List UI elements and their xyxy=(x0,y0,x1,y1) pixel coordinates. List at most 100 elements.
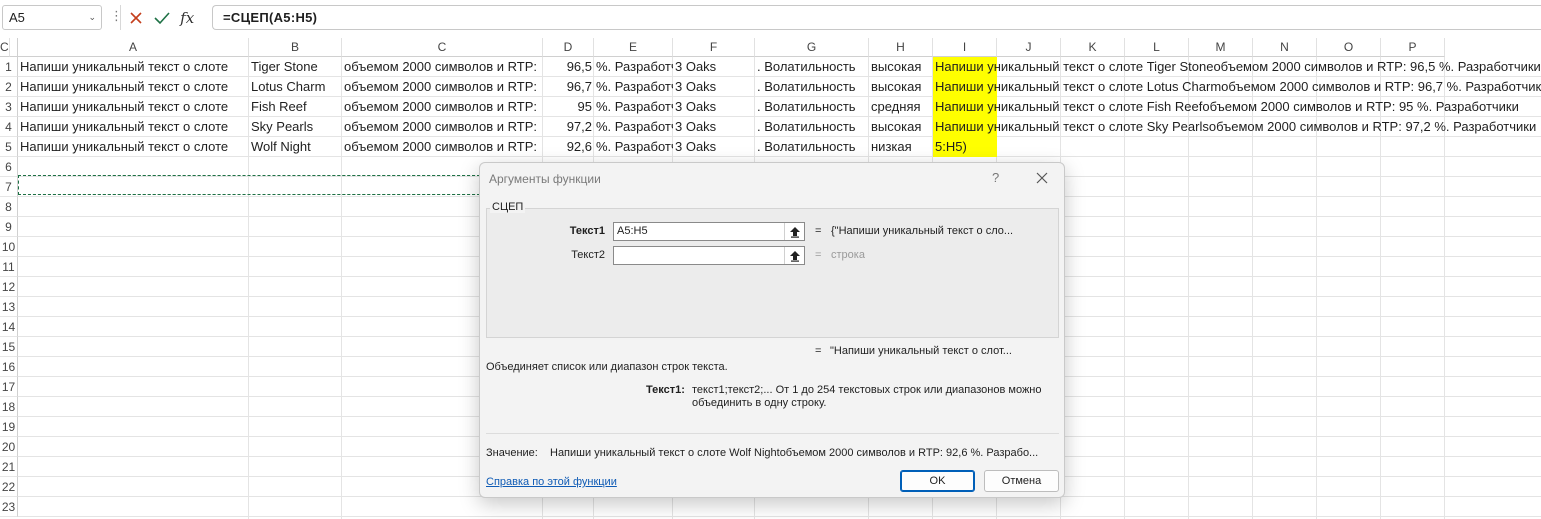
row-header-4[interactable]: 4 xyxy=(0,117,18,137)
column-header-p[interactable]: P xyxy=(1381,38,1445,57)
cell-c4[interactable]: объемом 2000 символов и RTP: xyxy=(342,117,543,137)
row-header-6[interactable]: 6 xyxy=(0,157,18,177)
cell-c2[interactable]: объемом 2000 символов и RTP: xyxy=(342,77,543,97)
cell-a5[interactable]: Напиши уникальный текст о слоте xyxy=(18,137,249,157)
column-header-n[interactable]: N xyxy=(1253,38,1317,57)
close-icon[interactable] xyxy=(1033,169,1051,187)
row-header-14[interactable]: 14 xyxy=(0,317,18,337)
column-header-f[interactable]: F xyxy=(673,38,755,57)
row-header-2[interactable]: 2 xyxy=(0,77,18,97)
cell-c5[interactable]: объемом 2000 символов и RTP: xyxy=(342,137,543,157)
cell-h4[interactable]: высокая xyxy=(869,117,933,137)
row-header-5[interactable]: 5 xyxy=(0,137,18,157)
row-header-11[interactable]: 11 xyxy=(0,257,18,277)
column-header-m[interactable]: M xyxy=(1189,38,1253,57)
row-header-15[interactable]: 15 xyxy=(0,337,18,357)
row-header-1[interactable]: 1 xyxy=(0,57,18,77)
cell-d5[interactable]: 92,6 xyxy=(543,137,594,157)
row-header-10[interactable]: 10 xyxy=(0,237,18,257)
column-header-l[interactable]: L xyxy=(1125,38,1189,57)
cell-a1[interactable]: Напиши уникальный текст о слоте xyxy=(18,57,249,77)
row-header-18[interactable]: 18 xyxy=(0,397,18,417)
cell-e2[interactable]: %. Разработчики слота xyxy=(594,77,673,97)
cell-h2[interactable]: высокая xyxy=(869,77,933,97)
collapse-arrow-icon[interactable] xyxy=(784,223,804,240)
help-icon[interactable]: ? xyxy=(992,170,999,185)
cancel-entry-icon[interactable] xyxy=(127,9,145,27)
cell-f5[interactable]: 3 Oaks xyxy=(673,137,755,157)
cell-c3[interactable]: объемом 2000 символов и RTP: xyxy=(342,97,543,117)
cell-b5[interactable]: Wolf Night xyxy=(249,137,342,157)
column-header-h[interactable]: H xyxy=(869,38,933,57)
column-header-a[interactable]: A xyxy=(18,38,249,57)
cell-b2[interactable]: Lotus Charm xyxy=(249,77,342,97)
cell-i2[interactable]: Напиши уникальный текст о слоте Lotus Ch… xyxy=(933,77,1541,97)
row-header-3[interactable]: 3 xyxy=(0,97,18,117)
cell-f1[interactable]: 3 Oaks xyxy=(673,57,755,77)
cell-i5[interactable]: 5:H5) xyxy=(933,137,1541,157)
column-header-k[interactable]: K xyxy=(1061,38,1125,57)
row-header-17[interactable]: 17 xyxy=(0,377,18,397)
row-header-13[interactable]: 13 xyxy=(0,297,18,317)
collapse-arrow-icon[interactable] xyxy=(784,247,804,264)
name-box[interactable]: A5 ⌄ xyxy=(2,5,102,30)
arg2-input[interactable] xyxy=(613,246,805,265)
confirm-entry-icon[interactable] xyxy=(153,9,171,27)
insert-function-icon[interactable]: fx xyxy=(178,9,196,27)
cell-g2[interactable]: . Волатильность xyxy=(755,77,869,97)
cell-e1[interactable]: %. Разработчики слота xyxy=(594,57,673,77)
column-header-c[interactable]: C xyxy=(0,38,10,57)
cell-c1[interactable]: объемом 2000 символов и RTP: xyxy=(342,57,543,77)
cell-g4[interactable]: . Волатильность xyxy=(755,117,869,137)
cell-e4[interactable]: %. Разработчики слота xyxy=(594,117,673,137)
column-header-c[interactable]: C xyxy=(342,38,543,57)
function-help-link[interactable]: Справка по этой функции xyxy=(486,476,617,488)
column-header-d[interactable]: D xyxy=(543,38,594,57)
column-header-j[interactable]: J xyxy=(997,38,1061,57)
cell-a2[interactable]: Напиши уникальный текст о слоте xyxy=(18,77,249,97)
column-header-i[interactable]: I xyxy=(933,38,997,57)
cell-e5[interactable]: %. Разработчики слота xyxy=(594,137,673,157)
arg1-input[interactable]: A5:H5 xyxy=(613,222,805,241)
formula-input[interactable]: =СЦЕП(A5:H5) xyxy=(212,5,1541,30)
cell-d1[interactable]: 96,5 xyxy=(543,57,594,77)
cell-g3[interactable]: . Волатильность xyxy=(755,97,869,117)
row-header-9[interactable]: 9 xyxy=(0,217,18,237)
cell-d4[interactable]: 97,2 xyxy=(543,117,594,137)
row-header-22[interactable]: 22 xyxy=(0,477,18,497)
cell-h3[interactable]: средняя xyxy=(869,97,933,117)
column-header-e[interactable]: E xyxy=(594,38,673,57)
column-header-b[interactable]: B xyxy=(249,38,342,57)
cell-e3[interactable]: %. Разработчики слота xyxy=(594,97,673,117)
cell-b4[interactable]: Sky Pearls xyxy=(249,117,342,137)
cell-h1[interactable]: высокая xyxy=(869,57,933,77)
cell-i1[interactable]: Напиши уникальный текст о слоте Tiger St… xyxy=(933,57,1541,77)
column-header-o[interactable]: O xyxy=(1317,38,1381,57)
cell-f4[interactable]: 3 Oaks xyxy=(673,117,755,137)
cell-a3[interactable]: Напиши уникальный текст о слоте xyxy=(18,97,249,117)
row-header-16[interactable]: 16 xyxy=(0,357,18,377)
row-header-7[interactable]: 7 xyxy=(0,177,18,197)
cell-b3[interactable]: Fish Reef xyxy=(249,97,342,117)
cell-f2[interactable]: 3 Oaks xyxy=(673,77,755,97)
row-header-19[interactable]: 19 xyxy=(0,417,18,437)
column-header-g[interactable]: G xyxy=(755,38,869,57)
cell-d2[interactable]: 96,7 xyxy=(543,77,594,97)
cancel-button[interactable]: Отмена xyxy=(984,470,1059,492)
chevron-down-icon[interactable]: ⌄ xyxy=(88,6,96,29)
row-header-20[interactable]: 20 xyxy=(0,437,18,457)
row-header-8[interactable]: 8 xyxy=(0,197,18,217)
cell-d3[interactable]: 95 xyxy=(543,97,594,117)
cell-f3[interactable]: 3 Oaks xyxy=(673,97,755,117)
cell-g1[interactable]: . Волатильность xyxy=(755,57,869,77)
row-header-12[interactable]: 12 xyxy=(0,277,18,297)
row-header-23[interactable]: 23 xyxy=(0,497,18,517)
cell-i4[interactable]: Напиши уникальный текст о слоте Sky Pear… xyxy=(933,117,1541,137)
cell-b1[interactable]: Tiger Stone xyxy=(249,57,342,77)
cell-a4[interactable]: Напиши уникальный текст о слоте xyxy=(18,117,249,137)
cell-h5[interactable]: низкая xyxy=(869,137,933,157)
ok-button[interactable]: OK xyxy=(900,470,975,492)
row-header-21[interactable]: 21 xyxy=(0,457,18,477)
cell-i3[interactable]: Напиши уникальный текст о слоте Fish Ree… xyxy=(933,97,1541,117)
cell-g5[interactable]: . Волатильность xyxy=(755,137,869,157)
